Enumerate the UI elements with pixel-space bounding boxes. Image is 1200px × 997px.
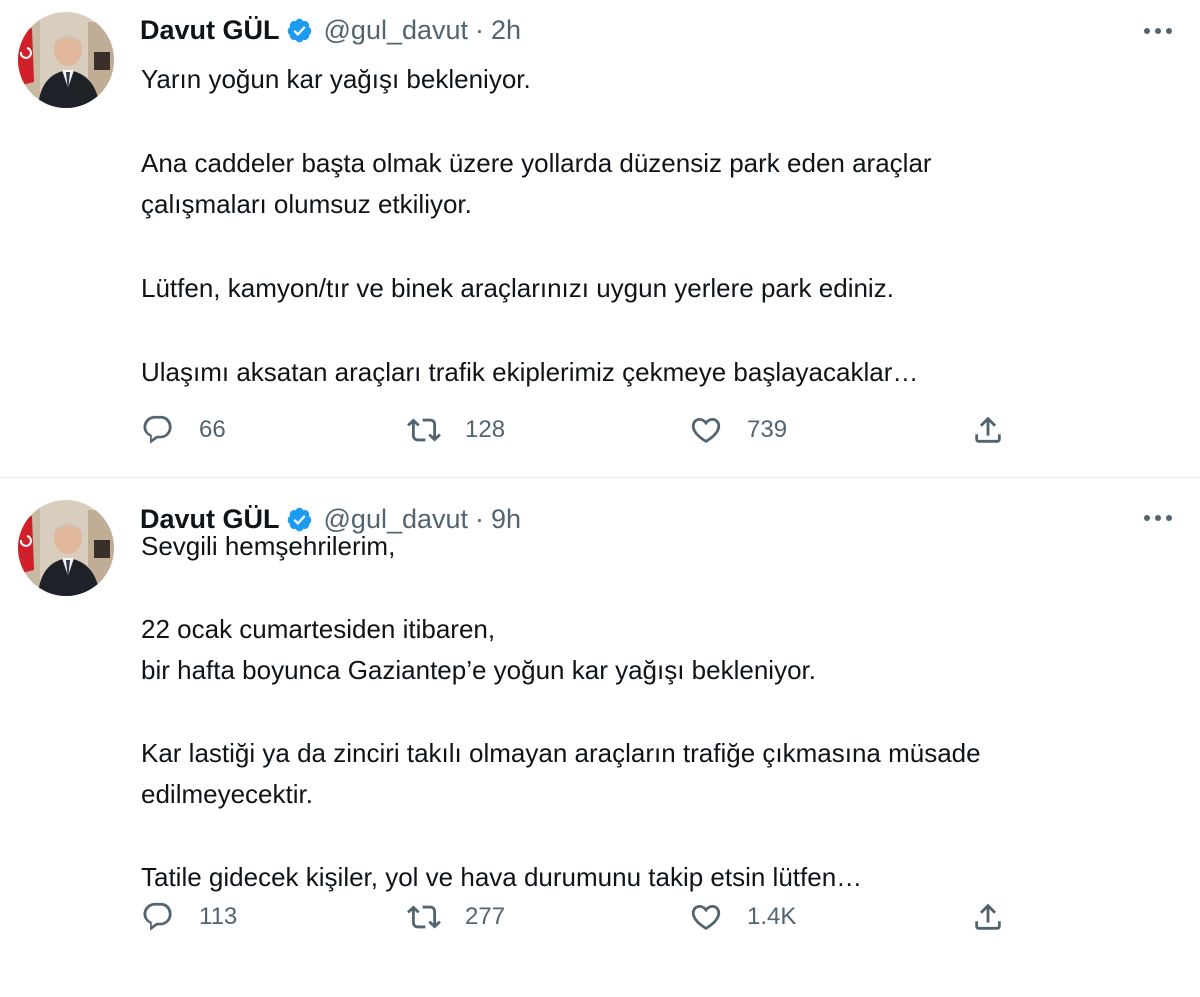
- tweet-paragraph: Tatile gidecek kişiler, yol ve hava duru…: [141, 857, 1171, 898]
- verified-badge-icon: [286, 17, 313, 44]
- heart-icon: [691, 417, 721, 443]
- reply-icon: [143, 415, 172, 444]
- more-icon[interactable]: [1140, 16, 1176, 46]
- retweet-button[interactable]: 277: [407, 897, 505, 937]
- text-line: bir hafta boyunca Gaziantep’e yoğun kar …: [141, 655, 816, 685]
- action-bar: 66 128 739: [141, 410, 1171, 450]
- reply-button[interactable]: 113: [141, 897, 237, 937]
- text-line: Lütfen, kamyon/tır ve binek araçlarınızı…: [141, 273, 894, 303]
- share-icon: [975, 903, 1001, 930]
- text-line: Sevgili hemşehrilerim,: [141, 531, 396, 561]
- heart-icon: [691, 904, 721, 930]
- tweet[interactable]: Davut GÜL @gul_davut · 2h Yarın yoğun ka…: [0, 0, 1200, 478]
- tweet-paragraph: Ana caddeler başta olmak üzere yollarda …: [141, 143, 1171, 225]
- tweet-paragraph: Kar lastiği ya da zinciri takılı olmayan…: [141, 733, 1171, 815]
- text-line: Ana caddeler başta olmak üzere yollarda …: [141, 148, 932, 178]
- text-line: 22 ocak cumartesiden itibaren,: [141, 614, 496, 644]
- separator-dot: ·: [475, 14, 485, 45]
- tweet-paragraph: Sevgili hemşehrilerim,: [141, 526, 1171, 567]
- tweet-paragraph: 22 ocak cumartesiden itibaren, bir hafta …: [141, 609, 1171, 691]
- reply-icon: [143, 902, 172, 931]
- retweet-button[interactable]: 128: [407, 410, 505, 450]
- tweet-text: Yarın yoğun kar yağışı bekleniyor. Ana c…: [141, 59, 1171, 393]
- retweet-count: 128: [465, 416, 506, 443]
- text-line: çalışmaları olumsuz etkiliyor.: [141, 189, 472, 219]
- timestamp[interactable]: 2h: [491, 15, 521, 46]
- like-count: 1.4K: [747, 903, 797, 930]
- like-button[interactable]: 1.4K: [689, 897, 796, 937]
- share-icon: [975, 416, 1001, 443]
- text-line: Tatile gidecek kişiler, yol ve hava duru…: [141, 862, 863, 892]
- tweet[interactable]: Davut GÜL @gul_davut · 9h Sevgili hemşeh…: [0, 478, 1200, 997]
- text-line: edilmeyecektir.: [141, 779, 313, 809]
- author-name[interactable]: Davut GÜL: [140, 15, 280, 46]
- reply-count: 66: [199, 416, 226, 443]
- like-count: 739: [747, 416, 788, 443]
- retweet-icon: [407, 905, 441, 929]
- action-bar: 113 277 1.4K: [141, 897, 1171, 937]
- reply-count: 113: [199, 903, 238, 930]
- reply-button[interactable]: 66: [141, 410, 226, 450]
- tweet-header: Davut GÜL @gul_davut · 2h: [140, 11, 521, 49]
- tweet-paragraph: Lütfen, kamyon/tır ve binek araçlarınızı…: [141, 268, 1171, 309]
- tweet-text: Sevgili hemşehrilerim, 22 ocak cumartesi…: [141, 526, 1171, 898]
- text-line: Yarın yoğun kar yağışı bekleniyor.: [141, 64, 531, 94]
- retweet-icon: [407, 418, 441, 442]
- author-handle[interactable]: @gul_davut: [324, 15, 469, 46]
- retweet-count: 277: [465, 903, 506, 930]
- avatar[interactable]: [18, 500, 114, 596]
- share-button[interactable]: [971, 410, 1005, 450]
- avatar[interactable]: [18, 12, 114, 108]
- tweet-paragraph: Yarın yoğun kar yağışı bekleniyor.: [141, 59, 1171, 100]
- text-line: Kar lastiği ya da zinciri takılı olmayan…: [141, 738, 981, 768]
- like-button[interactable]: 739: [689, 410, 787, 450]
- share-button[interactable]: [971, 897, 1005, 937]
- tweet-paragraph: Ulaşımı aksatan araçları trafik ekipleri…: [141, 352, 1171, 393]
- text-line: Ulaşımı aksatan araçları trafik ekipleri…: [141, 357, 919, 387]
